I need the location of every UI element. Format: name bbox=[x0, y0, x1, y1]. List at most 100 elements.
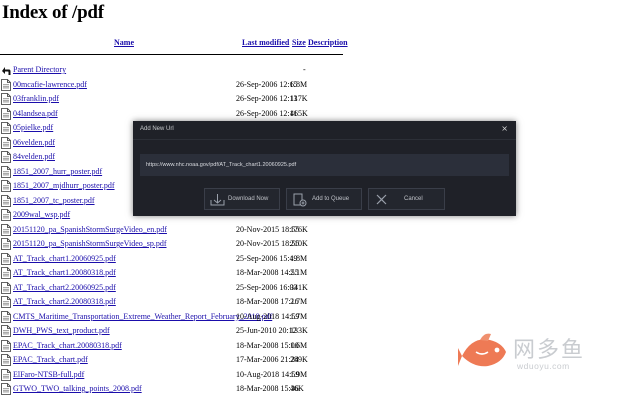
cancel-button[interactable]: Cancel bbox=[368, 188, 445, 210]
file-row: 03franklin.pdf 26-Sep-2006 12:13 117K bbox=[0, 93, 345, 108]
document-icon bbox=[1, 223, 11, 236]
file-link[interactable]: 20151120_pa_SpanishStormSurgeVideo_sp.pd… bbox=[13, 239, 167, 248]
add-new-url-dialog: Add New Url × Download Now Add to Queue … bbox=[133, 121, 516, 216]
file-size: 46K bbox=[290, 384, 304, 393]
document-icon bbox=[1, 209, 11, 221]
file-link[interactable]: 00mcafie-lawrence.pdf bbox=[13, 80, 87, 89]
document-icon bbox=[1, 252, 11, 265]
document-icon bbox=[1, 238, 11, 250]
file-link[interactable]: GTWO_TWO_talking_points_2008.pdf bbox=[13, 384, 142, 393]
add-to-queue-label: Add to Queue bbox=[312, 196, 350, 202]
file-size: 341K bbox=[290, 282, 308, 292]
file-link[interactable]: 84velden.pdf bbox=[13, 152, 55, 161]
file-row: ElFaro-NTSB-full.pdf 10-Aug-2018 14:59 1.9… bbox=[0, 368, 345, 384]
file-row: AT_Track_chart2.20060925.pdf 25-Sep-2006 … bbox=[0, 281, 345, 297]
file-link[interactable]: AT_Track_chart1.20060925.pdf bbox=[13, 254, 116, 263]
file-link[interactable]: CMTS_Maritime_Transportation_Extreme_Wea… bbox=[13, 312, 272, 321]
file-link[interactable]: 2009wal_wsp.pdf bbox=[13, 210, 70, 219]
document-icon bbox=[1, 383, 11, 395]
header-divider bbox=[0, 54, 343, 55]
document-icon bbox=[1, 122, 11, 134]
sort-by-modified-link[interactable]: Last modified bbox=[242, 38, 289, 47]
document-icon bbox=[1, 107, 11, 120]
document-icon bbox=[1, 194, 11, 207]
file-link[interactable]: 06velden.pdf bbox=[13, 138, 55, 147]
file-size: 289K bbox=[290, 355, 308, 364]
file-link[interactable]: AT_Track_chart1.20080318.pdf bbox=[13, 268, 116, 277]
sort-by-size-link[interactable]: Size bbox=[292, 38, 306, 47]
file-date: 25-Sep-2006 16:03 bbox=[236, 282, 298, 292]
file-link[interactable]: AT_Track_chart2.20060925.pdf bbox=[13, 283, 116, 292]
download-now-label: Download Now bbox=[228, 196, 269, 202]
document-icon bbox=[1, 93, 11, 105]
watermark-en-text: wduoyu.com bbox=[517, 361, 570, 371]
download-tray-icon bbox=[210, 194, 225, 206]
document-icon bbox=[1, 296, 11, 308]
file-row: EPAC_Track_chart.20080318.pdf 18-Mar-2008… bbox=[0, 339, 345, 355]
file-link[interactable]: EPAC_Track_chart.pdf bbox=[13, 355, 88, 364]
file-date: 26-Sep-2006 12:15 bbox=[236, 79, 298, 89]
download-now-button[interactable]: Download Now bbox=[204, 188, 280, 210]
document-icon bbox=[1, 354, 11, 366]
document-icon bbox=[1, 78, 11, 91]
document-icon bbox=[1, 151, 11, 163]
parent-size: - bbox=[303, 65, 306, 74]
cancel-label: Cancel bbox=[404, 196, 423, 202]
fish-logo-icon bbox=[458, 333, 506, 367]
parent-directory-link[interactable]: Parent Directory bbox=[13, 65, 66, 74]
sort-by-description-link[interactable]: Description bbox=[308, 38, 348, 47]
sort-by-name-link[interactable]: Name bbox=[114, 38, 134, 47]
file-link[interactable]: 1851_2007_mjdhurr_poster.pdf bbox=[13, 181, 115, 190]
file-row: EPAC_Track_chart.pdf 17-Mar-2006 21:24 289… bbox=[0, 354, 345, 369]
file-link[interactable]: 03franklin.pdf bbox=[13, 94, 59, 103]
file-link[interactable]: EPAC_Track_chart.20080318.pdf bbox=[13, 341, 122, 350]
file-size: 6.8M bbox=[290, 79, 308, 89]
file-date: 26-Sep-2006 12:13 bbox=[236, 94, 298, 103]
file-link[interactable]: AT_Track_chart2.20080318.pdf bbox=[13, 297, 116, 306]
file-size: 1.8M bbox=[290, 253, 308, 263]
file-date: 25-Jun-2010 20:12 bbox=[236, 326, 297, 335]
file-row: AT_Track_chart1.20060925.pdf 25-Sep-2006 … bbox=[0, 252, 345, 268]
file-row: DWH_PWS_text_product.pdf 25-Jun-2010 20:1… bbox=[0, 325, 345, 340]
file-size: 1.7M bbox=[290, 311, 308, 321]
document-icon bbox=[1, 325, 11, 337]
file-row: 20151120_pa_SpanishStormSurgeVideo_en.pd… bbox=[0, 223, 345, 239]
file-row: 00mcafie-lawrence.pdf 26-Sep-2006 12:15 6.… bbox=[0, 78, 345, 94]
file-link[interactable]: 1851_2007_tc_poster.pdf bbox=[13, 196, 95, 205]
cancel-x-icon bbox=[376, 194, 387, 205]
file-link[interactable]: 20151120_pa_SpanishStormSurgeVideo_en.pd… bbox=[13, 225, 167, 234]
close-icon[interactable]: × bbox=[501, 124, 508, 133]
document-icon bbox=[1, 339, 11, 352]
file-link[interactable]: 04landsea.pdf bbox=[13, 109, 58, 118]
document-icon bbox=[1, 368, 11, 381]
file-link[interactable]: ElFaro-NTSB-full.pdf bbox=[13, 370, 84, 379]
file-date: 26-Sep-2006 12:11 bbox=[236, 108, 298, 118]
url-input[interactable] bbox=[140, 154, 509, 176]
file-size: 1.9M bbox=[290, 369, 308, 379]
file-size: 176K bbox=[290, 224, 308, 234]
document-icon bbox=[1, 180, 11, 192]
add-to-queue-icon bbox=[293, 193, 307, 207]
parent-directory-row: Parent Directory - bbox=[0, 64, 345, 79]
document-icon bbox=[1, 136, 11, 149]
file-row: AT_Track_chart2.20080318.pdf 18-Mar-2008 … bbox=[0, 296, 345, 311]
file-size: 2.7M bbox=[290, 297, 308, 306]
file-link[interactable]: 1851_2007_hurr_poster.pdf bbox=[13, 167, 102, 176]
listing-header: Name Last modified Size Description bbox=[0, 38, 348, 50]
file-size: 465K bbox=[290, 108, 308, 118]
file-size: 1.6M bbox=[290, 340, 308, 350]
watermark-cn-text: 网多鱼 bbox=[513, 338, 586, 363]
file-link[interactable]: DWH_PWS_text_product.pdf bbox=[13, 326, 110, 335]
back-arrow-icon bbox=[2, 67, 11, 75]
file-row: AT_Track_chart1.20080318.pdf 18-Mar-2008 … bbox=[0, 267, 345, 282]
file-row: 20151120_pa_SpanishStormSurgeVideo_sp.pd… bbox=[0, 238, 345, 253]
file-size: 210K bbox=[290, 239, 308, 248]
add-to-queue-button[interactable]: Add to Queue bbox=[286, 188, 362, 210]
file-link[interactable]: 05pielke.pdf bbox=[13, 123, 53, 132]
document-icon bbox=[1, 267, 11, 279]
dialog-title: Add New Url bbox=[140, 126, 174, 132]
document-icon bbox=[1, 165, 11, 178]
file-size: 2.1M bbox=[290, 268, 308, 277]
dialog-divider bbox=[133, 139, 516, 140]
watermark: 网多鱼 wduoyu.com bbox=[458, 330, 638, 380]
